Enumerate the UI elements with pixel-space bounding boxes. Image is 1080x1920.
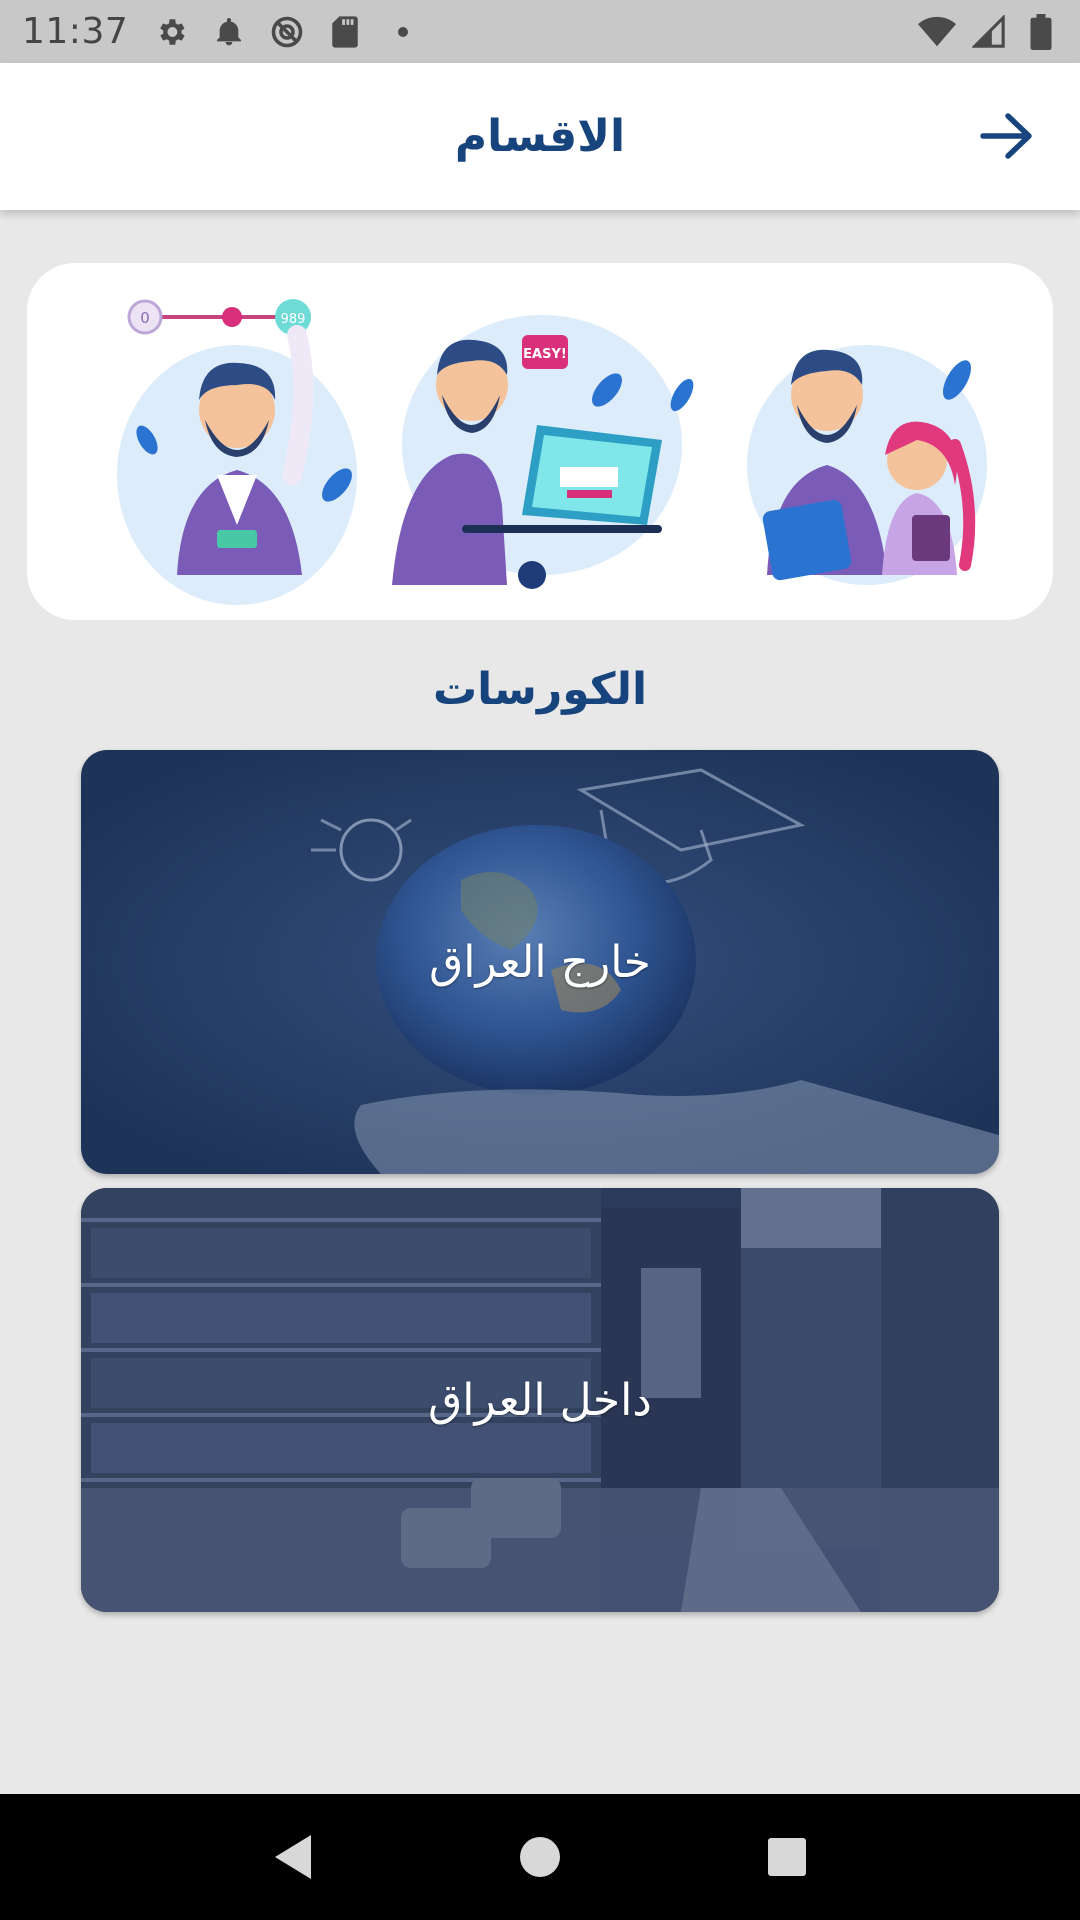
back-triangle-icon xyxy=(275,1835,312,1879)
slider-min-label: 0 xyxy=(140,309,150,327)
teacher-with-slider-illustration: 0 989 xyxy=(117,299,357,605)
arrow-right-icon xyxy=(980,113,1032,159)
course-label-inside-iraq: داخل العراق xyxy=(428,1374,652,1426)
nav-back-button[interactable] xyxy=(258,1822,328,1892)
app-bar: الاقسام xyxy=(0,63,1080,210)
battery-icon xyxy=(1022,13,1060,51)
bell-icon xyxy=(210,13,248,51)
recents-square-icon xyxy=(767,1838,806,1876)
signal-icon xyxy=(970,13,1008,51)
teacher-at-laptop-illustration: EASY! xyxy=(392,315,694,589)
course-card-inside-iraq[interactable]: داخل العراق xyxy=(81,1188,999,1612)
course-label-outside-iraq: خارج العراق xyxy=(429,936,651,988)
wifi-icon xyxy=(918,13,956,51)
back-button[interactable] xyxy=(974,103,1040,169)
dot-icon xyxy=(384,13,422,51)
gear-icon xyxy=(152,13,190,51)
nav-recents-button[interactable] xyxy=(752,1822,822,1892)
nav-home-button[interactable] xyxy=(505,1822,575,1892)
banner: 0 989 EASY! xyxy=(27,263,1053,620)
section-title: الكورسات xyxy=(432,664,648,715)
status-time: 11:37 xyxy=(22,11,129,52)
course-card-outside-iraq[interactable]: خارج العراق xyxy=(81,750,999,1174)
slider-max-label: 989 xyxy=(281,312,306,327)
speech-bubble-text: EASY! xyxy=(523,347,567,362)
no-sync-icon xyxy=(268,13,306,51)
home-circle-icon xyxy=(519,1837,560,1877)
status-bar: 11:37 xyxy=(0,0,1080,63)
page-title: الاقسام xyxy=(454,111,626,162)
nav-bar xyxy=(0,1794,1080,1920)
teacher-with-student-illustration xyxy=(747,345,987,585)
sd-card-icon xyxy=(326,13,364,51)
